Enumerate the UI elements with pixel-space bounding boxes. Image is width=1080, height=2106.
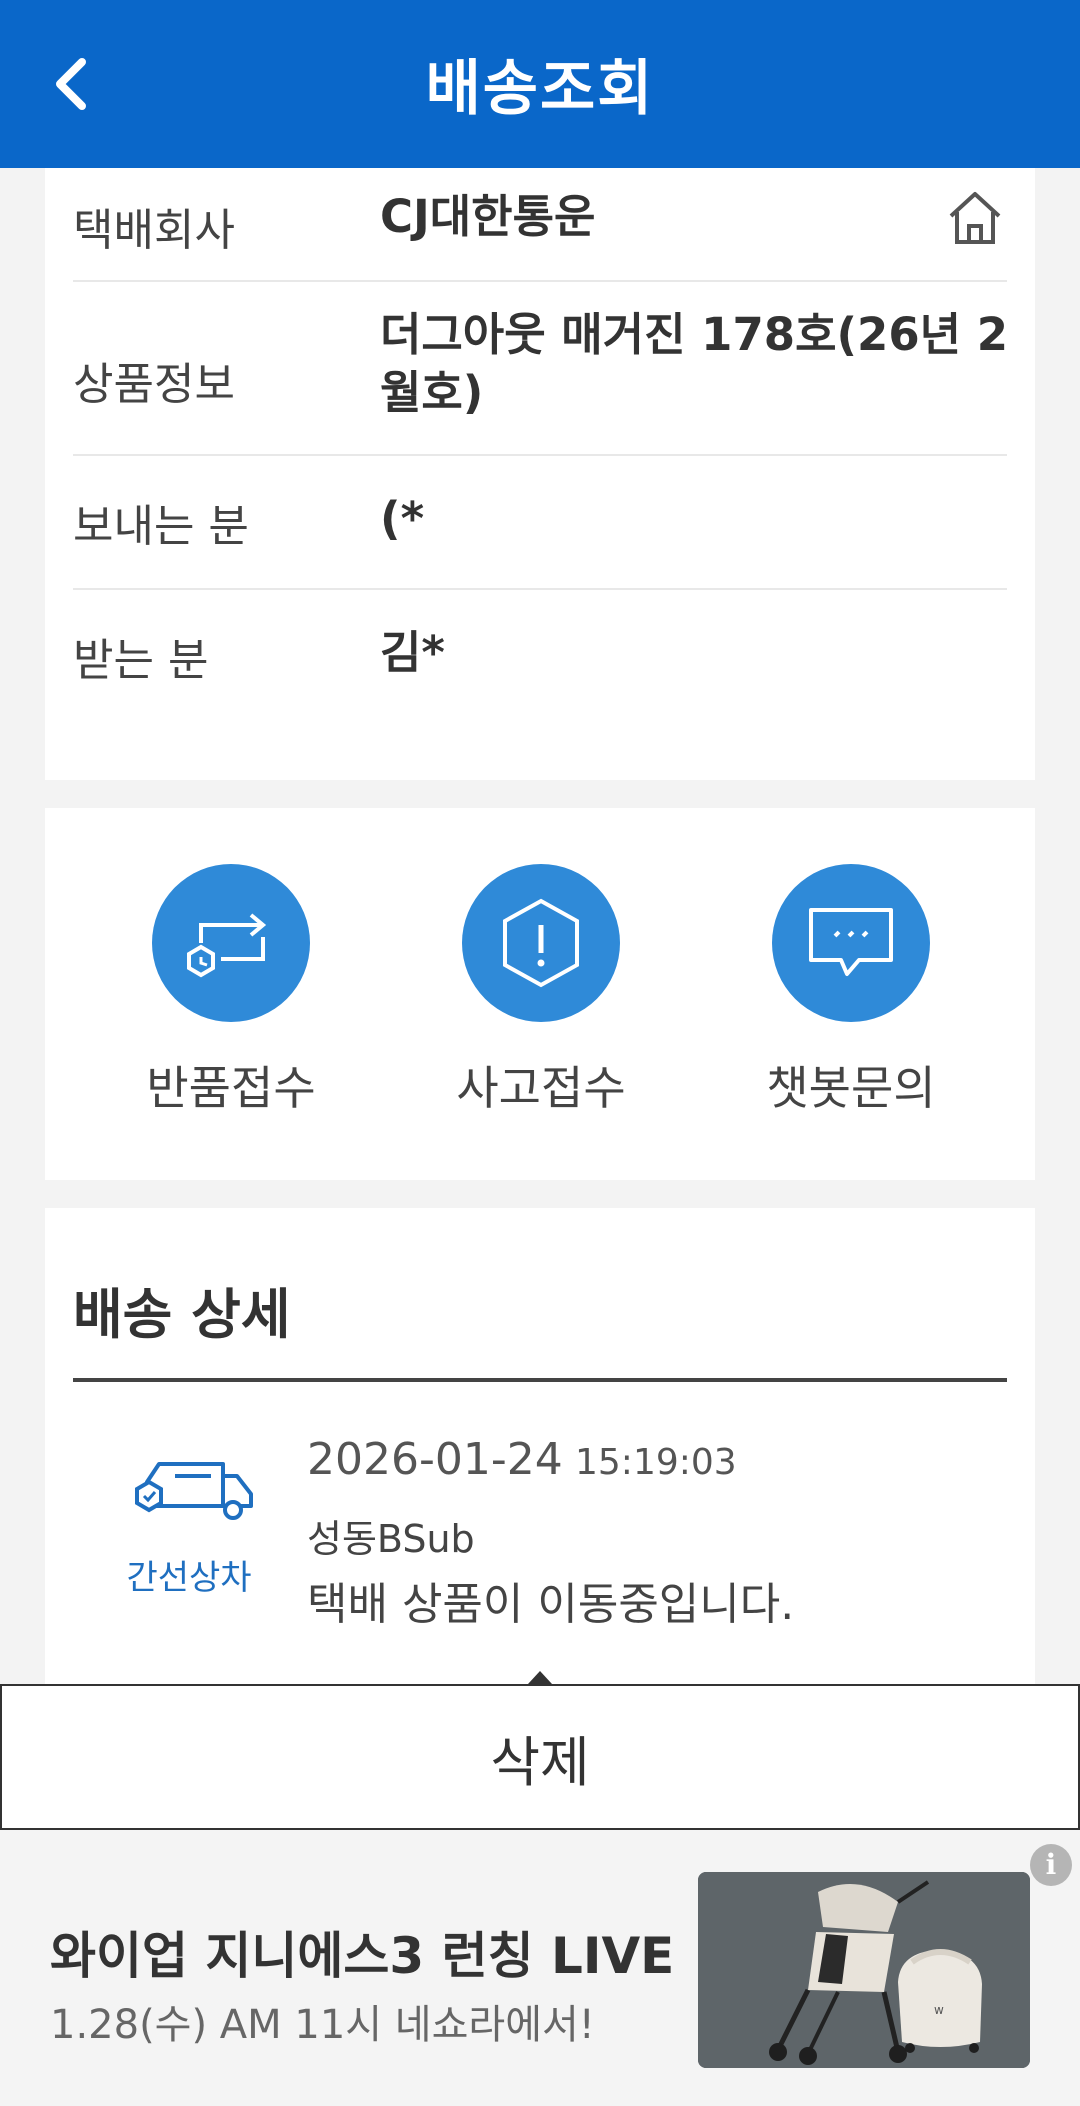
divider bbox=[73, 1378, 1007, 1382]
truck-icon bbox=[135, 1462, 253, 1520]
quick-actions-card: 반품접수 사고접수 챗봇문의 bbox=[45, 808, 1035, 1180]
ad-title: 와이업 지니에스3 런칭 LIVE bbox=[50, 1927, 675, 1985]
event-description: 택배 상품이 이동중입니다. bbox=[307, 1579, 795, 1630]
delivery-detail-card: 배송 상세 간선상차 2026-01-24 15:19:03 성동BSub 택배… bbox=[45, 1208, 1035, 1688]
divider bbox=[73, 454, 1007, 456]
delete-button[interactable]: 삭제 bbox=[0, 1684, 1080, 1830]
chat-bubble-icon bbox=[809, 908, 893, 976]
caret-up-icon bbox=[528, 1671, 552, 1684]
chatbot-inquiry-label: 챗봇문의 bbox=[766, 1061, 936, 1115]
ad-info-icon[interactable]: i bbox=[1030, 1844, 1072, 1886]
courier-value: CJ대한통운 bbox=[380, 190, 596, 243]
event-location: 성동BSub bbox=[307, 1517, 475, 1561]
accident-report-button[interactable]: 사고접수 bbox=[421, 864, 661, 1118]
ad-product-image: w bbox=[698, 1872, 1030, 2068]
ad-banner[interactable]: 와이업 지니에스3 런칭 LIVE 1.28(수) AM 11시 네쇼라에서! … bbox=[0, 1830, 1080, 2106]
action-circle bbox=[462, 864, 620, 1022]
sender-value: (* bbox=[380, 492, 425, 545]
accident-report-label: 사고접수 bbox=[456, 1061, 626, 1115]
app-header: 배송조회 bbox=[0, 0, 1080, 168]
svg-text:w: w bbox=[934, 2003, 944, 2017]
page-title: 배송조회 bbox=[425, 54, 655, 124]
home-icon[interactable] bbox=[945, 188, 1005, 248]
section-title: 배송 상세 bbox=[73, 1283, 291, 1346]
return-icon bbox=[187, 913, 267, 978]
chatbot-inquiry-button[interactable]: 챗봇문의 bbox=[731, 864, 971, 1118]
action-circle bbox=[772, 864, 930, 1022]
return-request-button[interactable]: 반품접수 bbox=[111, 864, 351, 1118]
product-value: 더그아웃 매거진 178호(26년 2월호) bbox=[380, 308, 1009, 419]
sender-label: 보내는 분 bbox=[73, 501, 249, 552]
divider bbox=[73, 588, 1007, 590]
receiver-value: 김* bbox=[380, 626, 445, 679]
return-request-label: 반품접수 bbox=[146, 1061, 316, 1115]
stroller-image: w bbox=[698, 1872, 1030, 2068]
alert-hexagon-icon bbox=[503, 898, 579, 988]
divider bbox=[73, 280, 1007, 282]
ad-subtitle: 1.28(수) AM 11시 네쇼라에서! bbox=[50, 2002, 595, 2048]
status-label: 간선상차 bbox=[126, 1558, 252, 1598]
receiver-label: 받는 분 bbox=[73, 635, 209, 686]
courier-label: 택배회사 bbox=[73, 205, 235, 256]
shipment-info-card: 택배회사 CJ대한통운 상품정보 더그아웃 매거진 178호(26년 2월호) … bbox=[45, 168, 1035, 780]
action-circle bbox=[152, 864, 310, 1022]
event-date: 2026-01-24 bbox=[307, 1434, 563, 1485]
product-label: 상품정보 bbox=[73, 359, 235, 410]
event-time: 15:19:03 bbox=[575, 1442, 737, 1483]
